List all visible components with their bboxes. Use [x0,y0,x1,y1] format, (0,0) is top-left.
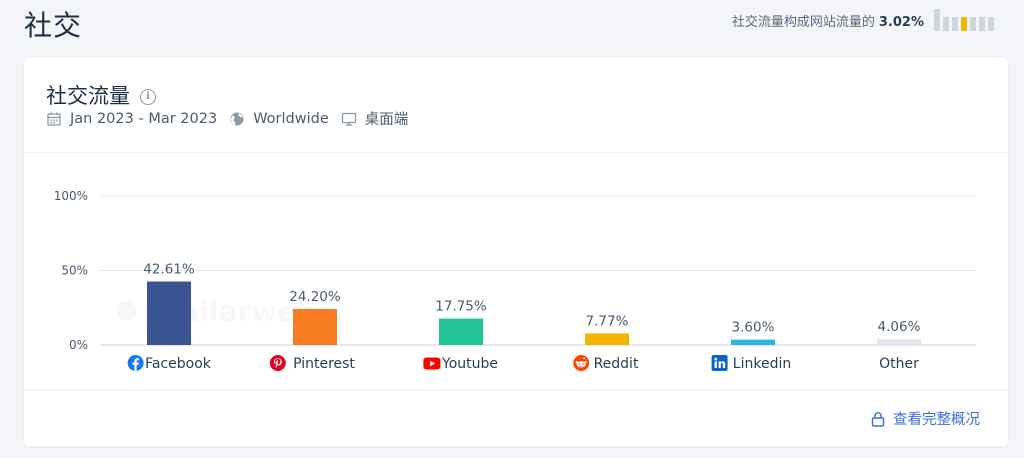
x-tick-label: Pinterest [293,356,355,372]
bar-value-label: 17.75% [435,299,487,315]
card-filters: Jan 2023 - Mar 2023 Worldwide 桌面端 [46,108,412,129]
card-title: 社交流量 [46,84,130,108]
card-divider-top [24,152,1008,153]
desktop-icon [341,112,356,126]
view-full-overview-link[interactable]: 查看完整概况 [871,408,980,429]
facebook-icon [127,355,144,371]
x-tick-label: Other [879,356,919,372]
mini-bar [943,17,949,31]
reddit-icon-shape [578,363,581,365]
bar-youtube [439,318,483,345]
pinterest-icon [269,355,286,371]
date-range-text: Jan 2023 - Mar 2023 [70,110,218,127]
watermark-logo-icon [116,301,136,321]
globe-icon [230,112,244,125]
y-tick-label: 50% [61,264,88,278]
view-full-overview-text: 查看完整概况 [893,412,980,428]
bar-facebook [147,281,191,345]
mini-bar [988,17,994,31]
bar-pinterest [293,308,337,345]
linkedin-icon-shape [714,361,717,368]
calendar-icon [47,112,61,126]
mini-bar [952,17,958,31]
y-tick-label: 0% [69,338,88,352]
page-title: 社交 [24,9,83,42]
bar-other [877,338,921,345]
lock-icon [871,411,885,427]
bar-value-label: 7.77% [586,313,629,329]
bar-linkedin [731,339,775,345]
region-filter: Worldwide [229,111,329,127]
social-share-summary: 社交流量构成网站流量的 3.02% [732,8,994,32]
linkedin-icon-shape [714,357,718,361]
x-tick-label: Reddit [594,356,639,372]
bar-reddit [585,333,629,345]
y-tick-label: 100% [54,189,88,203]
x-tick-label: Linkedin [733,356,791,372]
mini-bar [961,17,967,31]
x-tick-label: Youtube [441,356,498,372]
reddit-icon-shape [583,357,586,360]
reddit-icon-shape [575,361,578,364]
card-divider-bottom [24,389,1008,390]
device-filter: 桌面端 [341,108,409,129]
mini-bar [934,9,940,31]
reddit-icon-shape [582,363,584,365]
bar-value-label: 24.20% [289,289,341,305]
mini-bar [970,17,976,31]
reddit-icon-shape [584,361,587,364]
date-range-filter: Jan 2023 - Mar 2023 [46,111,217,127]
region-text: Worldwide [253,110,329,127]
watermark: similarweb [116,295,316,328]
bar-value-label: 3.60% [732,320,775,336]
linkedin-icon [711,355,728,371]
social-traffic-chart: 0% 50% 100% similarweb 42.61% Facebook 24.20% P… [54,189,976,372]
share-text: 社交流量构成网站流量的 3.02% [732,11,924,30]
reddit-icon [573,355,590,371]
share-value: 3.02% [878,14,924,30]
info-icon[interactable]: i [140,88,156,105]
card-title-row: 社交流量 i [46,80,156,110]
pinterest-icon-shape [269,355,286,371]
x-tick-label: Facebook [145,356,212,372]
share-mini-bars [934,9,994,31]
share-label: 社交流量构成网站流量的 [731,14,875,30]
mini-bar [979,17,985,31]
bar-value-label: 4.06% [878,319,921,335]
device-text: 桌面端 [364,112,409,128]
bar-value-label: 42.61% [143,262,195,278]
youtube-icon [423,357,441,370]
social-traffic-card: 社交流量 i Jan 2023 - Mar 2023 Worldwide 桌面端… [24,58,1008,446]
